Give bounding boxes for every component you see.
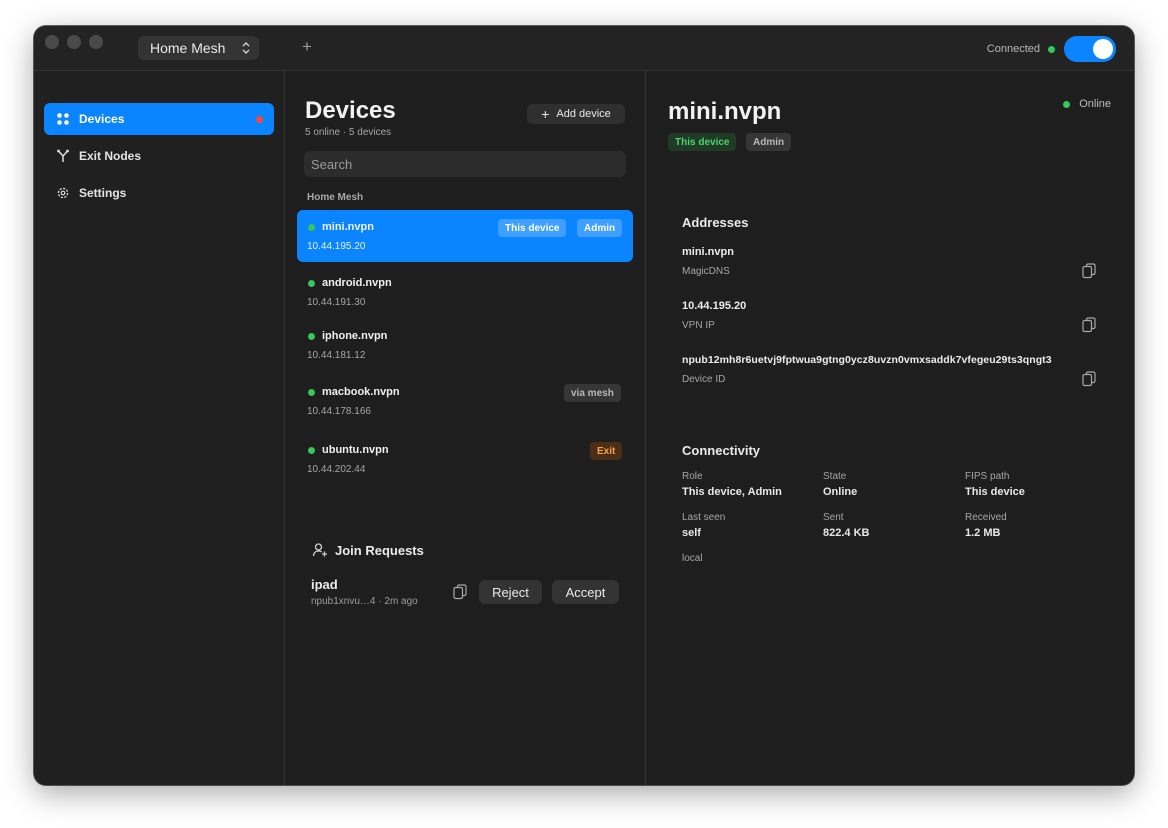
sidebar: Devices Exit Nodes Settings <box>34 71 285 785</box>
sidebar-item-devices[interactable]: Devices <box>44 103 274 135</box>
branch-icon <box>57 149 69 162</box>
device-id-label: Device ID <box>682 374 726 385</box>
updown-chevron-icon <box>242 42 250 54</box>
online-dot <box>308 280 315 287</box>
detail-title: mini.nvpn <box>668 98 782 125</box>
join-requests-title: Join Requests <box>335 543 424 558</box>
add-user-icon <box>312 543 327 557</box>
status-label: Online <box>1079 98 1111 110</box>
received-value: 1.2 MB <box>965 527 1001 539</box>
add-device-button[interactable]: + Add device <box>527 104 625 124</box>
chip-this-device: This device <box>668 133 737 151</box>
sent-label: Sent <box>823 512 844 523</box>
path-note: local <box>682 553 703 564</box>
join-request-name: ipad <box>311 577 338 592</box>
sidebar-item-settings[interactable]: Settings <box>44 177 274 209</box>
device-row-android[interactable]: android.nvpn 10.44.191.30 <box>297 266 633 318</box>
tag-exit: Exit <box>590 442 623 460</box>
toggle-knob <box>1093 39 1113 59</box>
device-ip: 10.44.202.44 <box>307 464 366 475</box>
copy-icon[interactable] <box>453 584 467 600</box>
sent-value: 822.4 KB <box>823 527 870 539</box>
copy-icon[interactable] <box>1082 317 1096 333</box>
search-input[interactable] <box>304 151 626 177</box>
minimize-window-button[interactable] <box>67 35 81 49</box>
fips-path-value: This device <box>965 486 1025 498</box>
titlebar: Home Mesh + Connected <box>34 26 1134 71</box>
close-window-button[interactable] <box>45 35 59 49</box>
online-dot <box>308 333 315 340</box>
magicdns-label: MagicDNS <box>682 266 730 277</box>
online-dot <box>308 224 315 231</box>
connection-label: Connected <box>986 43 1040 55</box>
tag-admin: Admin <box>577 219 623 237</box>
device-ip: 10.44.178.166 <box>307 406 371 417</box>
gear-icon <box>57 187 69 199</box>
device-detail-pane: mini.nvpn Online This device Admin Addre… <box>646 71 1134 785</box>
connectivity-title: Connectivity <box>682 443 761 458</box>
device-row-macbook[interactable]: macbook.nvpn 10.44.178.166 via mesh <box>297 375 633 427</box>
vpn-ip-label: VPN IP <box>682 320 715 331</box>
state-label: State <box>823 471 847 482</box>
addresses-title: Addresses <box>682 215 749 230</box>
state-value: Online <box>823 486 858 498</box>
sidebar-item-label: Devices <box>79 112 125 126</box>
copy-icon[interactable] <box>1082 263 1096 279</box>
status-badge: Online <box>1063 98 1111 110</box>
sidebar-item-label: Settings <box>79 186 127 200</box>
new-tab-button[interactable]: + <box>302 37 312 57</box>
connection-dot <box>1048 45 1055 53</box>
device-ip: 10.44.191.30 <box>307 297 366 308</box>
app-window: Home Mesh + Connected Devices Exit Nodes… <box>34 26 1134 785</box>
fips-path-label: FIPS path <box>965 471 1010 482</box>
group-label: Home Mesh <box>307 192 364 203</box>
tag-this-device: This device <box>498 219 567 237</box>
tag-via-mesh: via mesh <box>564 384 621 402</box>
device-name: macbook.nvpn <box>322 386 400 398</box>
last-seen-value: self <box>682 527 701 539</box>
received-label: Received <box>965 512 1007 523</box>
mesh-selector[interactable]: Home Mesh <box>138 36 259 60</box>
magicdns-value: mini.nvpn <box>682 246 734 258</box>
device-list-pane: Devices 5 online · 5 devices + Add devic… <box>285 71 646 785</box>
device-name: iphone.nvpn <box>322 330 388 342</box>
reject-button[interactable]: Reject <box>479 580 542 604</box>
device-ip: 10.44.195.20 <box>307 241 366 252</box>
online-dot <box>308 389 315 396</box>
connection-toggle[interactable] <box>1064 36 1116 62</box>
role-label: Role <box>682 471 703 482</box>
accept-button[interactable]: Accept <box>552 580 619 604</box>
online-dot <box>308 447 315 454</box>
mesh-selector-label: Home Mesh <box>150 40 226 56</box>
copy-icon[interactable] <box>1082 371 1096 387</box>
device-count: 5 online · 5 devices <box>305 127 392 138</box>
device-row-iphone[interactable]: iphone.nvpn 10.44.181.12 <box>297 319 633 371</box>
join-request-meta: npub1xnvu…4 · 2m ago <box>311 596 418 607</box>
notification-dot <box>256 116 263 123</box>
plus-icon: + <box>541 106 550 122</box>
vpn-ip-value: 10.44.195.20 <box>682 300 747 312</box>
connection-status: Connected <box>987 36 1116 62</box>
device-row-ubuntu[interactable]: ubuntu.nvpn 10.44.202.44 Exit <box>297 433 633 485</box>
role-value: This device, Admin <box>682 486 782 498</box>
sidebar-item-exit-nodes[interactable]: Exit Nodes <box>44 140 274 172</box>
device-name: android.nvpn <box>322 277 392 289</box>
device-name: ubuntu.nvpn <box>322 444 389 456</box>
add-device-label: Add device <box>556 108 611 120</box>
sidebar-item-label: Exit Nodes <box>79 149 142 163</box>
chip-admin: Admin <box>746 133 792 151</box>
zoom-window-button[interactable] <box>89 35 103 49</box>
page-title: Devices <box>305 97 396 124</box>
grid-icon <box>57 113 69 125</box>
online-dot <box>1063 100 1071 108</box>
last-seen-label: Last seen <box>682 512 726 523</box>
device-row-mini[interactable]: mini.nvpn 10.44.195.20 This device Admin <box>297 210 633 262</box>
device-name: mini.nvpn <box>322 221 374 233</box>
device-ip: 10.44.181.12 <box>307 350 366 361</box>
device-id-value: npub12mh8r6uetvj9fptwua9gtng0ycz8uvzn0vm… <box>682 354 1052 366</box>
